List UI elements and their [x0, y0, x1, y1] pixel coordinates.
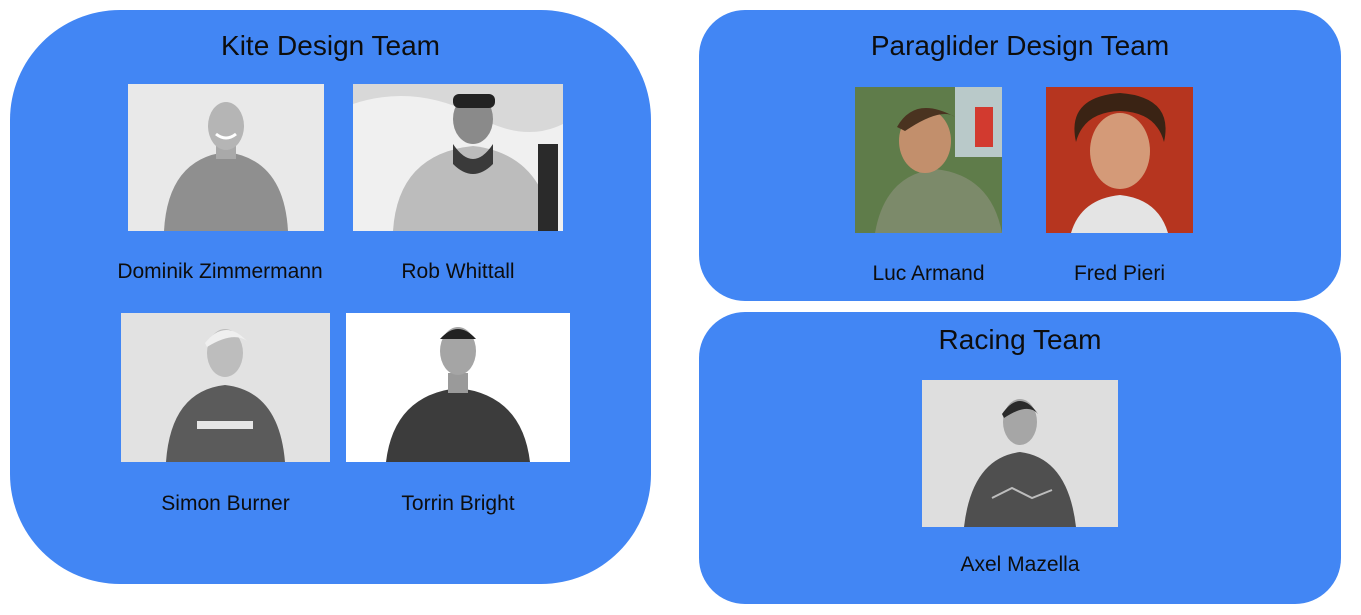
simon-burner-photo — [121, 313, 330, 462]
paraglider-team-title: Paraglider Design Team — [870, 30, 1170, 61]
racing-team-panel: Racing Team Axel Mazella — [699, 312, 1341, 604]
fred-pieri-photo — [1046, 87, 1193, 233]
racing-team-title: Racing Team — [938, 324, 1102, 355]
axel-mazella-name: Axel Mazella — [960, 553, 1080, 576]
axel-mazella-photo — [922, 380, 1118, 527]
dominik-zimmermann-name: Dominik Zimmermann — [117, 260, 323, 283]
rob-whittall-photo — [353, 84, 563, 231]
luc-armand-photo — [855, 87, 1002, 233]
kite-design-team-panel: Kite Design Team Dominik Zimmermann Rob … — [10, 10, 651, 584]
luc-armand-name: Luc Armand — [872, 262, 985, 285]
fred-pieri-name: Fred Pieri — [1073, 262, 1166, 285]
dominik-zimmermann-photo — [128, 84, 324, 231]
torrin-bright-name: Torrin Bright — [401, 492, 515, 515]
simon-burner-name: Simon Burner — [161, 492, 290, 515]
torrin-bright-photo — [346, 313, 570, 462]
kite-team-title: Kite Design Team — [221, 30, 440, 61]
paraglider-design-team-panel: Paraglider Design Team Luc Armand Fred P… — [699, 10, 1341, 301]
rob-whittall-name: Rob Whittall — [401, 260, 515, 283]
